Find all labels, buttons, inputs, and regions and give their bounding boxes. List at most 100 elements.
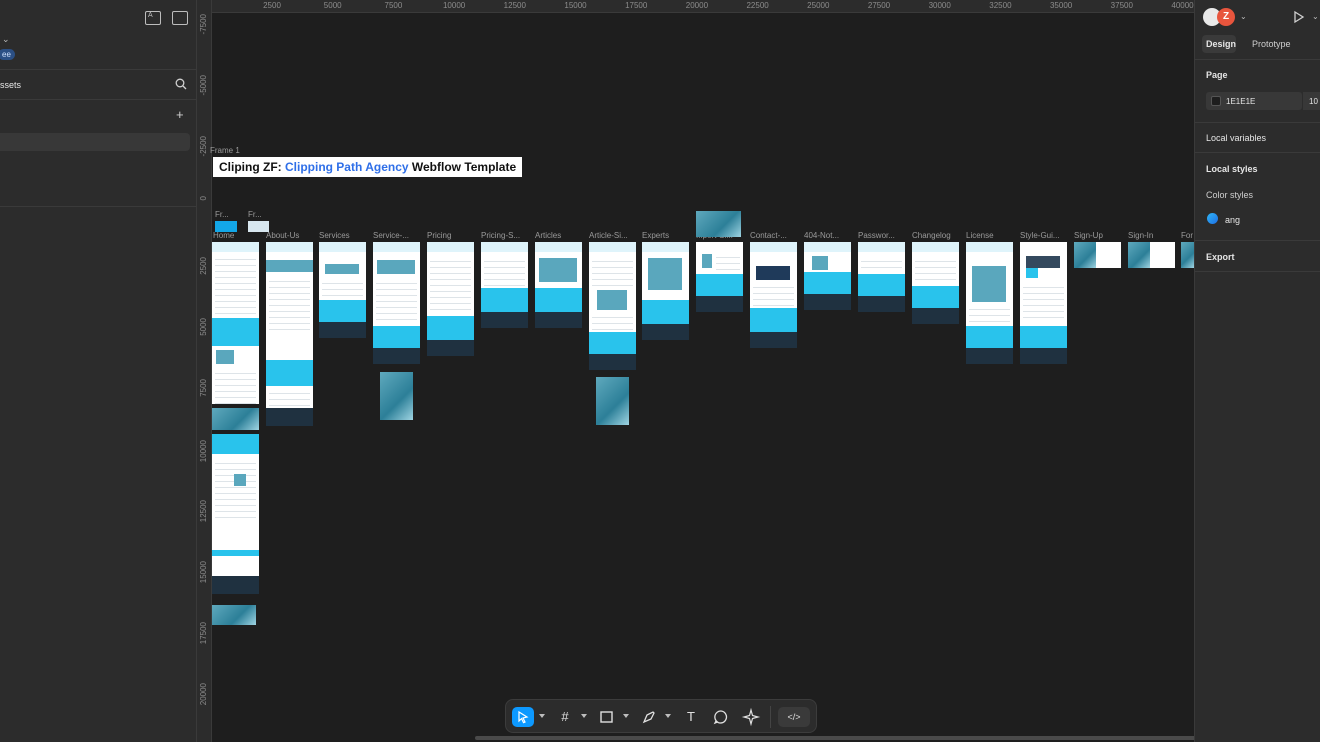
- sidebar-toggle-icon[interactable]: [172, 11, 188, 25]
- search-icon[interactable]: [175, 78, 187, 90]
- template-title[interactable]: Cliping ZF: Clipping Path Agency Webflow…: [213, 157, 523, 177]
- tab-design[interactable]: Design: [1206, 39, 1236, 49]
- chevron-down-icon[interactable]: [623, 714, 629, 718]
- frame-label-license[interactable]: License: [966, 231, 1016, 240]
- small-frame-label[interactable]: Fr...: [215, 210, 239, 219]
- frame-experts[interactable]: [642, 242, 689, 324]
- frame-pricing-footer[interactable]: [427, 340, 474, 356]
- frame-pricing-single-footer[interactable]: [481, 312, 528, 328]
- small-frame-label[interactable]: Fr...: [248, 210, 272, 219]
- text-tool-button[interactable]: T: [681, 707, 701, 727]
- frame-articles[interactable]: [535, 242, 582, 312]
- frame-password-footer[interactable]: [858, 296, 905, 312]
- frame-label-password[interactable]: Passwor...: [858, 231, 908, 240]
- frame-label-sign-in[interactable]: Sign-In: [1128, 231, 1178, 240]
- assets-tab[interactable]: ssets: [0, 80, 21, 90]
- color-style-swatch[interactable]: [1207, 213, 1218, 224]
- frame-home-bottom[interactable]: [212, 434, 259, 576]
- frame-services[interactable]: [319, 242, 366, 322]
- frame-label-service-single[interactable]: Service-...: [373, 231, 423, 240]
- frame-contact[interactable]: [750, 242, 797, 332]
- frame-label-404[interactable]: 404-Not...: [804, 231, 854, 240]
- frame-label-style-guide[interactable]: Style-Gui...: [1020, 231, 1070, 240]
- frame-hero: [535, 242, 582, 252]
- frame-forgot[interactable]: [1181, 242, 1194, 268]
- frame-sign-in[interactable]: [1128, 242, 1175, 268]
- frame-expert-photos[interactable]: [696, 211, 741, 237]
- avatar-initial[interactable]: Z: [1217, 8, 1235, 26]
- frame-password[interactable]: [858, 242, 905, 296]
- frame-label-contact[interactable]: Contact-...: [750, 231, 800, 240]
- frame-label-article-single[interactable]: Article-Si...: [589, 231, 639, 240]
- frame-service-single[interactable]: [373, 242, 420, 348]
- frame-article-photos[interactable]: [596, 377, 629, 425]
- shape-tool-button[interactable]: [597, 707, 617, 727]
- add-page-icon[interactable]: +: [176, 107, 184, 122]
- pen-tool-button[interactable]: [639, 707, 659, 727]
- frame-article-single-footer[interactable]: [589, 354, 636, 370]
- frame-style-guide[interactable]: [1020, 242, 1067, 348]
- chevron-down-icon[interactable]: [581, 714, 587, 718]
- page-opacity-value[interactable]: 10: [1309, 97, 1318, 106]
- frame-label-changelog[interactable]: Changelog: [912, 231, 962, 240]
- frame-expert-single-footer[interactable]: [696, 296, 743, 312]
- chevron-down-icon[interactable]: [539, 714, 545, 718]
- dev-mode-toggle[interactable]: </>: [778, 707, 810, 727]
- chevron-down-icon[interactable]: [665, 714, 671, 718]
- frame-experts-footer[interactable]: [642, 324, 689, 340]
- actions-tool-button[interactable]: [741, 707, 761, 727]
- chevron-down-icon[interactable]: ⌄: [1240, 12, 1247, 21]
- frame-404-footer[interactable]: [804, 294, 851, 310]
- frame-label-experts[interactable]: Experts: [642, 231, 692, 240]
- frame-label-articles[interactable]: Articles: [535, 231, 585, 240]
- frame-changelog-footer[interactable]: [912, 308, 959, 324]
- chevron-down-icon[interactable]: ⌄: [2, 34, 10, 45]
- frame-label-about[interactable]: About-Us: [266, 231, 316, 240]
- page-list-item-selected[interactable]: [0, 133, 190, 151]
- frame-label[interactable]: Frame 1: [210, 146, 240, 155]
- frame-license-footer[interactable]: [966, 348, 1013, 364]
- frame-home-top[interactable]: [212, 242, 259, 404]
- frame-home-photos[interactable]: [212, 605, 256, 625]
- chevron-down-icon[interactable]: ⌄: [1312, 12, 1319, 21]
- frame-label-sign-up[interactable]: Sign-Up: [1074, 231, 1124, 240]
- frame-label-home[interactable]: Home: [213, 231, 263, 240]
- frame-404[interactable]: [804, 242, 851, 294]
- frame-articles-footer[interactable]: [535, 312, 582, 328]
- ruler-tick-label: 10000: [199, 439, 208, 462]
- frame-expert-single[interactable]: [696, 242, 743, 296]
- frame-home-footer[interactable]: [212, 576, 259, 594]
- frame-style-guide-footer[interactable]: [1020, 348, 1067, 364]
- frame-contact-footer[interactable]: [750, 332, 797, 348]
- frame-about[interactable]: [266, 242, 313, 408]
- frame-tool-button[interactable]: #: [555, 707, 575, 727]
- frame-service-single-footer[interactable]: [373, 348, 420, 364]
- tab-prototype[interactable]: Prototype: [1252, 39, 1291, 49]
- frame-about-footer[interactable]: [266, 408, 313, 426]
- frame-label-services[interactable]: Services: [319, 231, 369, 240]
- play-icon[interactable]: [1293, 10, 1305, 24]
- frame-services-footer[interactable]: [319, 322, 366, 338]
- frame-label-pricing[interactable]: Pricing: [427, 231, 477, 240]
- color-style-name[interactable]: ang: [1225, 215, 1240, 225]
- frame-changelog[interactable]: [912, 242, 959, 308]
- frame-content: [322, 278, 363, 298]
- frame-label-forgot[interactable]: For: [1181, 231, 1194, 240]
- frame-content: [215, 368, 256, 404]
- export-heading[interactable]: Export: [1206, 252, 1235, 262]
- frame-pricing-single[interactable]: [481, 242, 528, 312]
- frame-pricing[interactable]: [427, 242, 474, 340]
- comment-tool-button[interactable]: [711, 707, 731, 727]
- horizontal-scrollbar[interactable]: [475, 736, 1194, 740]
- frame-license[interactable]: [966, 242, 1013, 348]
- move-tool-button[interactable]: [512, 707, 534, 727]
- page-color-swatch[interactable]: [1211, 96, 1221, 106]
- page-color-value[interactable]: 1E1E1E: [1226, 97, 1255, 106]
- frame-service-photos[interactable]: [380, 372, 413, 420]
- frame-label-pricing-single[interactable]: Pricing-S...: [481, 231, 531, 240]
- frame-article-single[interactable]: [589, 242, 636, 354]
- local-variables-link[interactable]: Local variables: [1206, 133, 1266, 143]
- canvas[interactable]: 2500 5000 7500 10000 12500 15000 17500 20000 225…: [197, 0, 1194, 742]
- frame-home-gallery[interactable]: [212, 408, 259, 430]
- frame-sign-up[interactable]: [1074, 242, 1121, 268]
